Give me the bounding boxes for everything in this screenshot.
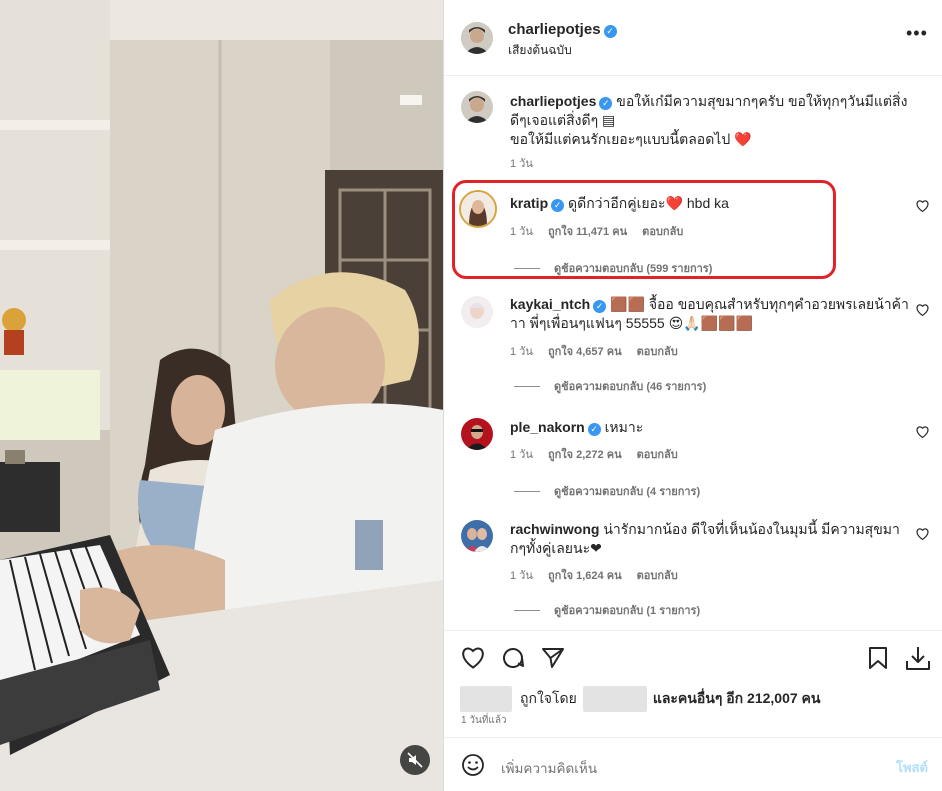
author-username[interactable]: charliepotjes [508,21,601,38]
comment-avatar[interactable] [461,520,493,552]
comment-time[interactable]: 1 วัน [510,570,533,582]
comment-likes[interactable]: ถูกใจ 2,272 คน [548,449,622,461]
author-username-row[interactable]: charliepotjes ✓ [508,21,617,38]
reply-button[interactable]: ตอบกลับ [637,449,678,461]
download-icon[interactable] [905,645,931,671]
comment-text: kaykai_ntch ✓ 🟫🟫 จื้ออ ขอบคุณสำหรับทุกๆคำ… [510,295,910,333]
caption-time[interactable]: 1 วัน [510,158,533,170]
paper-plane-icon[interactable] [540,645,566,671]
comment-time[interactable]: 1 วัน [510,346,533,358]
emoji-smile-icon[interactable] [460,752,486,778]
view-replies-label: ดูช้อความตอบกลับ (4 รายการ) [554,486,701,498]
post-time-ago[interactable]: 1 วันที่แล้ว [461,713,507,728]
comment-composer: เพิ่มความคิดเห็น โพสต์ [444,737,942,791]
view-replies-label: ดูช้อความตอบกลับ (46 รายการ) [554,381,707,393]
view-replies-label: ดูช้อความตอบกลับ (1 รายการ) [554,605,701,617]
liked-by-prefix: ถูกใจโดย [520,690,577,706]
post-header: charliepotjes ✓ เสียงต้นฉบับ ••• [444,0,942,76]
video-frame-illustration [0,0,444,791]
comment-likes[interactable]: ถูกใจ 1,624 คน [548,570,622,582]
view-replies-button[interactable]: ดูช้อความตอบกลับ (1 รายการ) [514,601,700,619]
post-actions: ถูกใจโดย และคนอื่นๆ อีก 212,007 คน 1 วัน… [444,630,942,737]
post-details-panel: charliepotjes ✓ เสียงต้นฉบับ ••• charliep… [444,0,942,791]
caption-body-line2: ขอให้มีแต่คนรักเยอะๆแบบนี้ตลอดไป ❤️ [510,131,752,147]
caption-square-emoji: ▤ [602,112,616,128]
verified-badge-icon: ✓ [587,423,601,436]
author-avatar[interactable] [461,22,493,54]
comment-avatar[interactable] [461,418,493,450]
comment-avatar[interactable] [461,296,493,328]
speaker-muted-icon [407,752,423,768]
bookmark-icon[interactable] [865,645,891,671]
comment-username[interactable]: kaykai_ntch [510,296,590,312]
comment-likes[interactable]: ถูกใจ 4,657 คน [548,346,622,358]
comment-text: ple_nakorn ✓ เหมาะ [510,418,910,437]
caption-meta: 1 วัน [510,154,545,172]
comment-like-heart-icon[interactable] [916,304,929,319]
caption-avatar[interactable] [461,91,493,123]
replies-line [514,385,540,387]
comment-username[interactable]: rachwinwong [510,521,599,537]
reply-button[interactable]: ตอบกลับ [637,570,678,582]
comment-username[interactable]: ple_nakorn [510,419,585,435]
comment-bubble-icon[interactable] [500,645,526,671]
liked-by[interactable]: ถูกใจโดย และคนอื่นๆ อีก 212,007 คน [460,686,820,712]
highlight-annotation-box [452,180,836,279]
liked-by-user-blurred [582,686,647,712]
post-comment-button[interactable]: โพสต์ [896,757,928,778]
comment-like-heart-icon[interactable] [916,528,929,543]
comment-text: rachwinwong น่ารักมากน้อง ดีใจที่เห็นน้อ… [510,520,910,558]
liked-by-avatars-blurred [460,686,512,712]
comment-time[interactable]: 1 วัน [510,449,533,461]
comments-list[interactable]: charliepotjes ✓ ขอให้เก๋มีความสุขมากๆครับ… [444,77,942,630]
caption-text: charliepotjes ✓ ขอให้เก๋มีความสุขมากๆครับ… [510,92,910,149]
comment-body: เหมาะ [604,419,644,435]
mute-button[interactable] [400,745,430,775]
reply-button[interactable]: ตอบกลับ [637,346,678,358]
replies-line [514,609,540,611]
comment-meta: 1 วัน ถูกใจ 2,272 คน ตอบกลับ [510,445,690,463]
comment-meta: 1 วัน ถูกใจ 4,657 คน ตอบกลับ [510,342,690,360]
more-dots-icon[interactable]: ••• [906,24,928,42]
post-video[interactable] [0,0,444,791]
heart-icon[interactable] [460,645,486,671]
replies-line [514,490,540,492]
comment-like-heart-icon[interactable] [916,426,929,441]
verified-badge-icon: ✓ [593,300,607,313]
liked-by-count[interactable]: และคนอื่นๆ อีก 212,007 คน [653,688,821,710]
verified-badge-icon: ✓ [599,97,613,110]
view-replies-button[interactable]: ดูช้อความตอบกลับ (4 รายการ) [514,482,700,500]
comment-meta: 1 วัน ถูกใจ 1,624 คน ตอบกลับ [510,566,690,584]
comment-like-heart-icon[interactable] [916,200,929,215]
audio-label[interactable]: เสียงต้นฉบับ [508,41,572,60]
verified-badge-icon: ✓ [603,25,617,38]
caption-username[interactable]: charliepotjes [510,93,596,109]
comment-input[interactable]: เพิ่มความคิดเห็น [501,757,597,779]
view-replies-button[interactable]: ดูช้อความตอบกลับ (46 รายการ) [514,377,706,395]
